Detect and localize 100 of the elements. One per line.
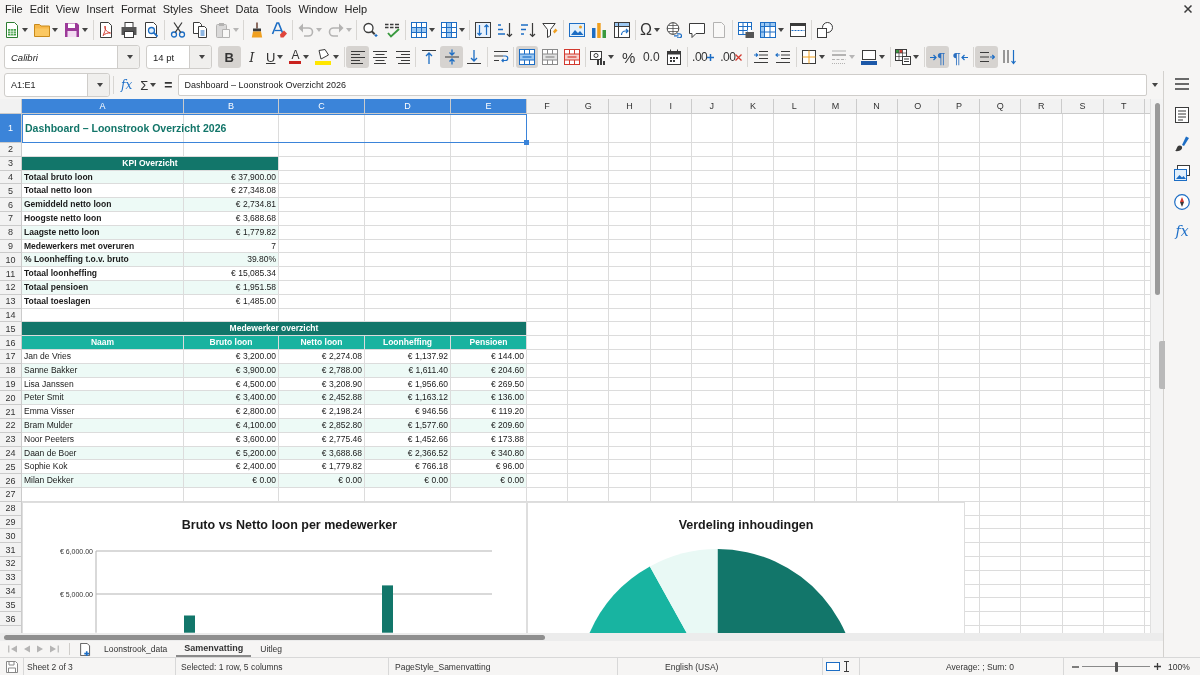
number-format-button[interactable]: 0.0 (639, 46, 663, 68)
font-size-combobox[interactable]: 14 pt (146, 45, 212, 69)
underline-button[interactable]: U (263, 46, 287, 68)
menu-item[interactable]: Insert (86, 2, 114, 15)
caret-icon (608, 55, 615, 59)
caret-icon (303, 55, 310, 59)
zoom-level[interactable]: 100% (1168, 661, 1190, 672)
delete-decimal-button[interactable]: .00 (717, 46, 746, 68)
selection-summary: Average: ; Sum: 0 (946, 661, 1014, 672)
functions-button[interactable]: fx (1169, 220, 1195, 242)
menu-item[interactable]: Format (120, 2, 156, 15)
table-cell: € 136.00 (451, 391, 527, 406)
brush-icon (1174, 136, 1190, 152)
menu-item[interactable]: Edit (29, 2, 49, 15)
column-heading: Bruto loon (184, 336, 279, 350)
formula-input[interactable]: Dashboard – Loonstrook Overzicht 2026 (178, 74, 1147, 96)
scrollbar-thumb[interactable] (4, 634, 545, 640)
language[interactable]: English (USA) (665, 661, 719, 672)
right-to-left-button[interactable]: ¶ (948, 46, 972, 68)
sort-ascending-icon (497, 22, 514, 38)
caret-icon (52, 28, 58, 32)
name-box[interactable]: A1:E1 (4, 73, 110, 97)
menu-item[interactable]: Styles (162, 2, 193, 15)
menu-item[interactable]: View (55, 2, 80, 15)
caret-icon (653, 28, 660, 32)
table-cell: € 0.00 (451, 474, 527, 488)
menu-item[interactable]: Data (235, 2, 259, 15)
font-name-combobox[interactable]: Calibri (4, 45, 140, 69)
merge-center-button[interactable] (515, 46, 539, 68)
menu-item[interactable]: Help (344, 2, 368, 15)
column-header[interactable]: E (451, 99, 527, 114)
table-cell: € 1,163.12 (365, 391, 451, 406)
dropdown-button[interactable] (189, 46, 211, 68)
slider-thumb[interactable] (1114, 661, 1118, 672)
zoom-in-button[interactable] (1152, 660, 1162, 673)
close-button[interactable] (1182, 2, 1194, 15)
caret-icon (345, 28, 352, 32)
down-arrow-lines-icon (1001, 49, 1018, 65)
vertical-scrollbar[interactable] (1150, 99, 1163, 633)
font-color-button[interactable]: A (286, 46, 313, 68)
kpi-value: 39.80% (184, 253, 279, 268)
caret-icon (913, 55, 920, 59)
kpi-value: € 1,485.00 (184, 294, 279, 309)
italic-button[interactable]: I (240, 46, 263, 68)
text-cursor-icon (844, 661, 849, 672)
kpi-label: % Loonheffing t.o.v. bruto (22, 253, 184, 268)
sheet-tab[interactable]: Uitleg (254, 641, 289, 657)
clipboard-icon (214, 22, 231, 38)
align-top-icon (421, 49, 438, 65)
menu-item[interactable]: Window (298, 2, 338, 15)
column-header[interactable]: C (279, 99, 365, 114)
function-wizard-button[interactable]: fx (117, 74, 137, 96)
bold-button[interactable]: B (218, 46, 241, 68)
column-heading: Loonheffing (365, 336, 451, 350)
percent-format-button[interactable]: % (617, 46, 640, 68)
shapes-icon (816, 22, 833, 38)
caret-icon (232, 28, 239, 32)
align-middle-button[interactable] (440, 46, 463, 68)
chart-title: Bruto vs Netto loon per medewerker (181, 517, 398, 532)
caret-icon (428, 28, 435, 32)
column-header[interactable]: D (365, 99, 451, 114)
dropdown-button[interactable] (117, 46, 139, 68)
colored-grid-icon (895, 49, 912, 65)
rectangle-icon (826, 662, 840, 671)
scrollbar-thumb[interactable] (1154, 103, 1160, 295)
kpi-label: Gemiddeld netto loon (22, 198, 184, 212)
sum-button[interactable]: Σ (136, 74, 161, 96)
minus-icon (1071, 665, 1079, 668)
table-header-icon (759, 22, 776, 38)
caret-icon (150, 83, 157, 87)
align-left-button[interactable] (346, 46, 369, 68)
align-left-icon (349, 49, 366, 65)
row-header[interactable]: 2 (0, 143, 22, 157)
caret-icon (126, 55, 133, 59)
menu-item[interactable]: Tools (265, 2, 292, 15)
formula-button[interactable]: = (160, 74, 177, 96)
row-header[interactable]: 1 (0, 114, 22, 143)
spreadsheet-icon (4, 22, 20, 38)
column-header[interactable]: B (184, 99, 279, 114)
horizontal-scrollbar[interactable] (0, 633, 1163, 641)
caret-icon (277, 55, 284, 59)
text-left-to-right-button[interactable] (975, 46, 998, 68)
menu-item[interactable]: Sheet (199, 2, 229, 15)
dropdown-button[interactable] (87, 74, 109, 96)
table-cell: € 2,198.24 (279, 405, 365, 419)
table-cell: € 2,452.88 (279, 391, 365, 406)
fill-handle[interactable] (524, 140, 529, 145)
sheet-tab[interactable]: Loonstrook_data (98, 641, 174, 657)
column-header[interactable]: S (1062, 99, 1104, 114)
table-cell: € 119.20 (451, 405, 527, 419)
bar-chart-icon (591, 22, 608, 38)
special-character-button[interactable]: Ω (637, 19, 663, 41)
compass-icon (1174, 194, 1190, 210)
sidebar-handle[interactable] (1159, 341, 1165, 389)
column-header[interactable]: A (22, 99, 184, 114)
page-style: PageStyle_Samenvatting (395, 661, 491, 672)
menu-item[interactable]: File (5, 2, 23, 15)
document-icon (98, 22, 115, 38)
add-decimal-button[interactable]: .00 (689, 46, 718, 68)
caret-icon (333, 55, 340, 59)
